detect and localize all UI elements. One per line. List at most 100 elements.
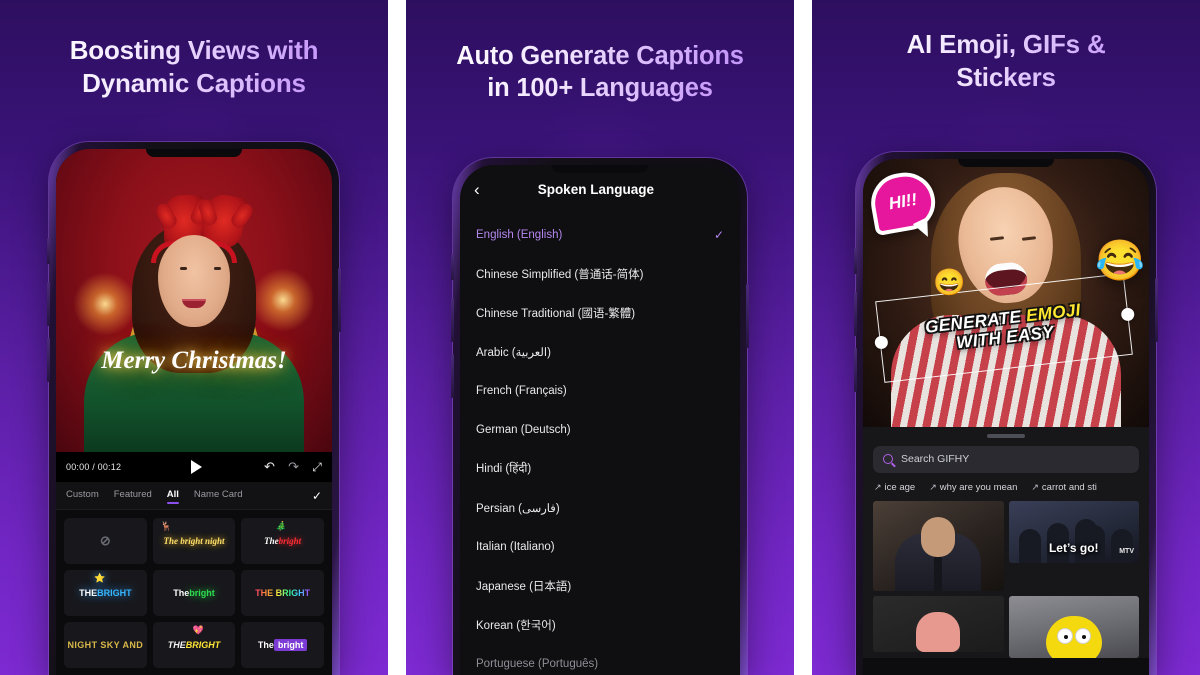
spoken-language-screen: ‹ Spoken Language English (English) ✓ Ch… — [460, 165, 740, 675]
caption-style-label-prefix: THE — [79, 588, 98, 598]
tab-name-card[interactable]: Name Card — [194, 489, 243, 503]
tab-all[interactable]: All — [166, 489, 180, 504]
caption-style-the-bright-blue[interactable]: ⭐ THE BRIGHT — [64, 570, 147, 616]
smile-emoji-icon[interactable]: 😄 — [933, 267, 965, 298]
caption-style-bright-night-gold[interactable]: 🦌 The bright night — [152, 518, 236, 564]
trending-chip-why-are-you-mean[interactable]: ↗ why are you mean — [929, 482, 1017, 493]
caption-style-the-bright-yellow[interactable]: 💖 THE BRIGHT — [152, 622, 236, 668]
no-style-icon: ⊘ — [99, 533, 111, 548]
fullscreen-icon[interactable]: ⤢ — [312, 460, 322, 475]
caption-style-label-accent: bright — [278, 536, 302, 546]
heart-icon: 💖 — [192, 625, 204, 635]
language-row-arabic[interactable]: Arabic (العربية) — [460, 332, 740, 371]
caption-style-label: NIGHT SKY AND — [67, 640, 144, 650]
language-row-japanese[interactable]: Japanese (日本語) — [460, 566, 740, 605]
headline-line-2: Dynamic Captions — [82, 68, 306, 99]
phone-silent-switch — [47, 238, 50, 264]
gif-result-homer[interactable] — [1008, 595, 1139, 658]
phone-mockup-1: Merry Christmas! 00:00 / 00:12 ↶ ↷ ⤢ Cus… — [47, 142, 341, 675]
hi-sticker[interactable]: HI!! — [866, 167, 940, 237]
gif-character-homer — [1045, 615, 1102, 658]
photo-canvas[interactable]: HI!! 😂 😄 GENERATE EMOJI WITH EASY — [863, 159, 1149, 427]
caption-style-bright-red[interactable]: 🎄 The bright — [241, 518, 324, 564]
caption-style-label-accent: BRIGHT — [185, 640, 221, 650]
phone-volume-up — [451, 298, 454, 342]
caption-style-night-sky-and[interactable]: NIGHT SKY AND — [64, 622, 147, 668]
tree-icon: 🎄 — [275, 521, 287, 531]
overlay-text-line1-highlight: EMOJI — [1025, 300, 1082, 326]
redo-icon[interactable]: ↷ — [288, 459, 299, 475]
laughing-emoji-icon[interactable]: 😂 — [1095, 237, 1145, 284]
tab-custom[interactable]: Custom — [66, 489, 99, 503]
caption-style-the-bright-highlight[interactable]: The bright — [241, 622, 324, 668]
trending-chip-ice-age[interactable]: ↗ ice age — [874, 482, 915, 493]
video-preview[interactable]: Merry Christmas! — [56, 149, 332, 452]
play-button-wrap[interactable] — [128, 460, 264, 474]
resize-handle-right[interactable] — [1120, 306, 1135, 322]
crowd-figure — [1018, 528, 1041, 563]
gif-results-grid: Let’s go! MTV — [873, 500, 1139, 658]
language-list: English (English) ✓ Chinese Simplified (… — [460, 209, 740, 675]
caption-style-label: The bright night — [163, 536, 225, 546]
crowd-figure — [1111, 528, 1133, 563]
overlay-text[interactable]: GENERATE EMOJI WITH EASY — [924, 300, 1084, 356]
caption-style-label: THE BRIGHT — [255, 588, 311, 598]
language-row-portuguese[interactable]: Portuguese (Português) — [460, 644, 740, 675]
spark-burst-right — [250, 267, 316, 333]
promo-screenshot: Boosting Views with Dynamic Captions Mer… — [0, 0, 1200, 675]
headline-line-1: Boosting Views with — [69, 35, 319, 65]
language-name: Chinese Simplified (普通话-简体) — [476, 268, 644, 281]
page-title: Spoken Language — [537, 181, 654, 197]
playback-time: 00:00 / 00:12 — [66, 462, 122, 472]
language-row-chinese-traditional[interactable]: Chinese Traditional (國语-繁體) — [460, 293, 740, 332]
undo-icon[interactable]: ↶ — [264, 459, 275, 475]
play-icon[interactable] — [190, 460, 202, 474]
language-name: Japanese (日本語) — [476, 580, 572, 593]
language-name: Persian (فارسی) — [476, 502, 560, 515]
language-row-korean[interactable]: Korean (한국어) — [460, 605, 740, 644]
back-chevron-icon[interactable]: ‹ — [474, 181, 480, 198]
resize-handle-left[interactable] — [873, 334, 888, 350]
language-row-persian[interactable]: Persian (فارسی) — [460, 488, 740, 527]
check-icon: ✓ — [713, 227, 724, 242]
search-gifhy-bar[interactable]: Search GIFHY — [873, 445, 1139, 473]
language-row-french[interactable]: French (Français) — [460, 371, 740, 410]
caption-style-the-bright-rainbow[interactable]: THE BRIGHT — [241, 570, 324, 616]
tab-featured[interactable]: Featured — [114, 489, 152, 503]
confirm-check-icon[interactable]: ✓ — [312, 489, 322, 503]
phone-mockup-2: ‹ Spoken Language English (English) ✓ Ch… — [451, 158, 749, 675]
gif-character-eye-left — [1056, 627, 1073, 644]
caption-style-label-prefix: The — [257, 640, 274, 650]
subject-eye-right — [214, 267, 221, 270]
video-caption-overlay[interactable]: Merry Christmas! — [101, 347, 286, 375]
search-icon — [883, 454, 893, 464]
phone-silent-switch — [451, 254, 454, 280]
caption-style-label-prefix: The — [264, 536, 279, 546]
gif-result-patrick[interactable] — [873, 595, 1004, 652]
search-input[interactable]: Search GIFHY — [901, 453, 969, 465]
language-row-italian[interactable]: Italian (Italiano) — [460, 527, 740, 566]
gif-character-eye-right — [1074, 627, 1091, 644]
gif-result-man-suit[interactable] — [873, 500, 1004, 591]
gif-character-patrick — [916, 611, 961, 652]
sheet-grabber[interactable] — [987, 434, 1025, 438]
trending-chip-carrot-and-stick[interactable]: ↗ carrot and sti — [1031, 482, 1096, 493]
language-row-chinese-simplified[interactable]: Chinese Simplified (普通话-简体) — [460, 254, 740, 293]
headline-line-2: in 100+ Languages — [487, 74, 713, 103]
caption-style-none[interactable]: ⊘ — [64, 518, 147, 564]
caption-style-the-bright-green[interactable]: The bright — [152, 570, 236, 616]
language-name: Italian (Italiano) — [476, 540, 555, 553]
language-name: French (Français) — [476, 384, 567, 397]
gif-result-lets-go[interactable]: Let’s go! MTV — [1008, 500, 1139, 563]
phone-notch — [552, 165, 648, 173]
deer-icon: 🦌 — [160, 521, 172, 531]
gif-caption: Let’s go! — [1048, 540, 1099, 555]
language-name: Chinese Traditional (國语-繁體) — [476, 307, 636, 320]
language-row-english[interactable]: English (English) ✓ — [460, 215, 740, 254]
video-player-bar: 00:00 / 00:12 ↶ ↷ ⤢ — [56, 452, 332, 482]
subject-eye-left — [180, 267, 187, 270]
language-row-german[interactable]: German (Deutsch) — [460, 410, 740, 449]
language-row-hindi[interactable]: Hindi (हिंदी) — [460, 449, 740, 488]
panel-1-headline: Boosting Views with Dynamic Captions — [0, 0, 388, 100]
panel-3-headline: AI Emoji, GIFs & Stickers — [812, 0, 1200, 94]
